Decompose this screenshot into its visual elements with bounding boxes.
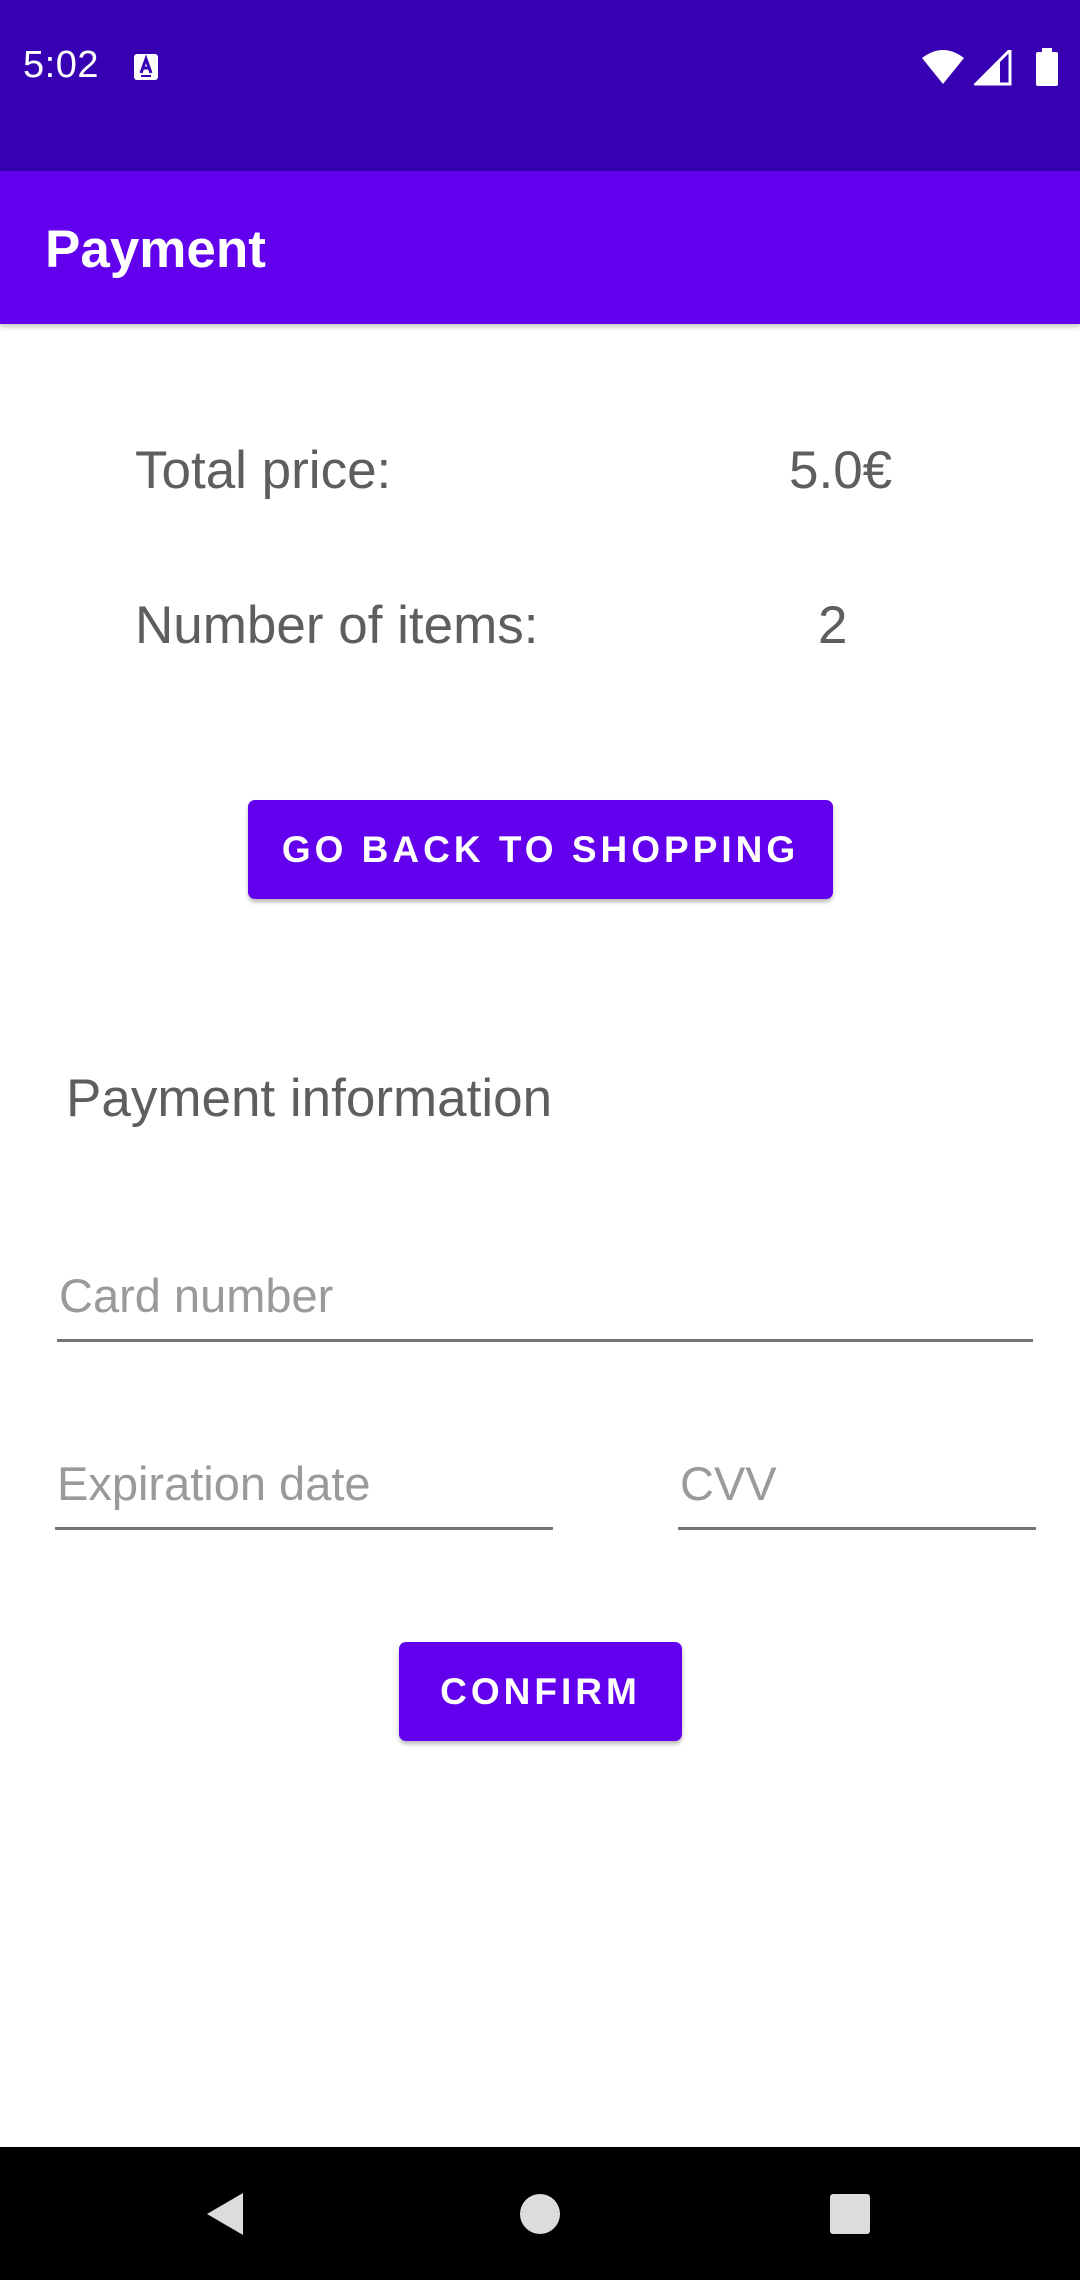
home-icon <box>520 2193 560 2234</box>
total-price-label: Total price: <box>135 441 392 500</box>
status-icons <box>922 48 1062 88</box>
items-count-label: Number of items: <box>135 596 539 655</box>
navigation-bar <box>0 2147 1080 2280</box>
nav-home-button[interactable] <box>480 2147 600 2280</box>
nav-back-button[interactable] <box>165 2147 285 2280</box>
keyboard-notification-icon <box>134 54 158 80</box>
cvv-input[interactable] <box>678 1453 1036 1530</box>
page-title: Payment <box>45 220 266 279</box>
payment-screen: 5:02 Payment Total price: 5.0€ Number of… <box>0 0 1080 2280</box>
card-number-input[interactable] <box>57 1265 1033 1342</box>
go-back-to-shopping-button[interactable]: GO BACK TO SHOPPING <box>248 800 833 899</box>
confirm-button[interactable]: CONFIRM <box>399 1642 682 1741</box>
app-bar: Payment <box>0 171 1080 324</box>
wifi-icon <box>922 50 964 84</box>
total-price-value: 5.0€ <box>789 441 893 500</box>
status-time: 5:02 <box>23 44 99 86</box>
payment-information-title: Payment information <box>66 1069 553 1128</box>
items-count-value: 2 <box>818 596 848 655</box>
back-icon <box>207 2192 243 2235</box>
cell-signal-icon <box>974 50 1012 86</box>
status-bar: 5:02 <box>0 0 1080 171</box>
nav-recents-button[interactable] <box>790 2147 910 2280</box>
battery-icon <box>1036 48 1058 86</box>
expiration-date-input[interactable] <box>55 1453 553 1530</box>
recents-icon <box>830 2193 870 2234</box>
